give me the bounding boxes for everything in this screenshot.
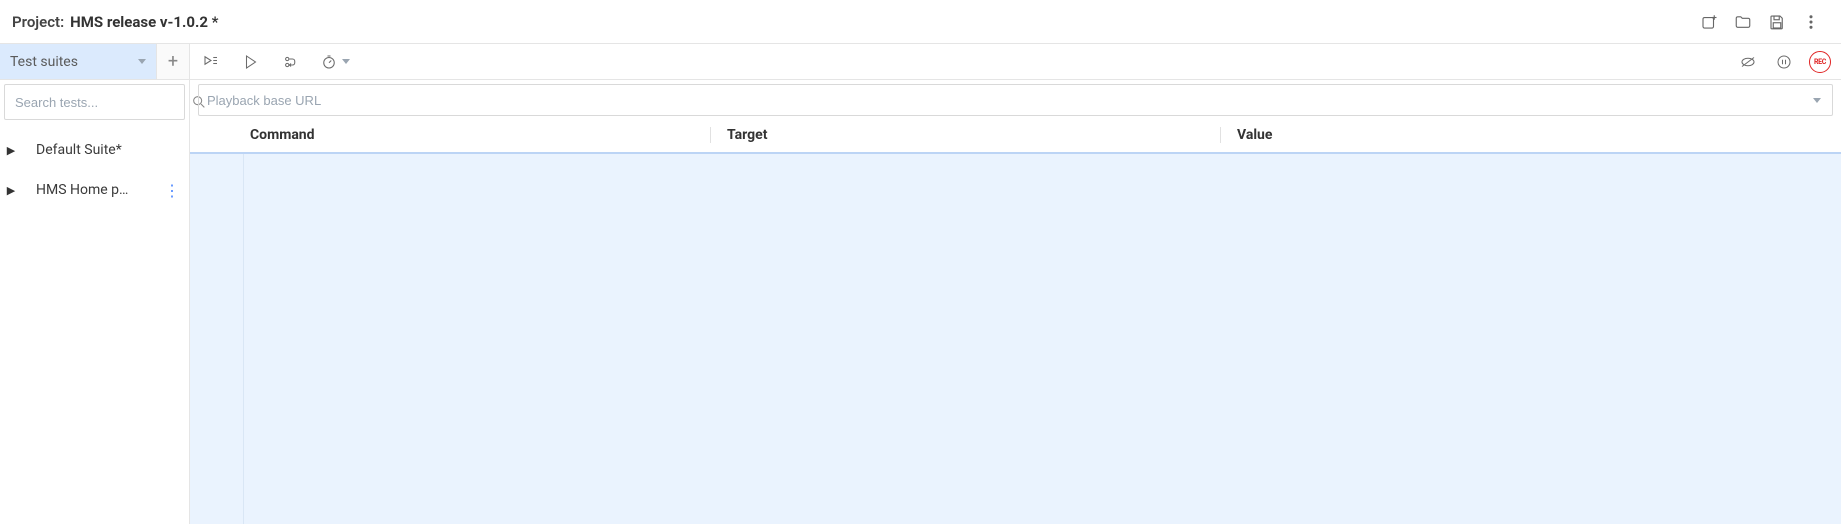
expand-icon[interactable]: ▶ — [4, 184, 18, 197]
sidebar: Test suites + ▶ Default Suite* ⋮ ▶ — [0, 44, 190, 524]
column-header-command: Command — [190, 127, 710, 143]
test-list-item[interactable]: ▶ HMS Home p… ⋮ — [0, 170, 189, 210]
playback-url-input[interactable] — [207, 93, 1810, 108]
record-label: REC — [1814, 58, 1826, 66]
main-panel: REC Command Target Value — [190, 44, 1841, 524]
expand-icon[interactable]: ▶ — [4, 144, 18, 157]
save-project-icon[interactable] — [1767, 12, 1787, 32]
disable-breakpoints-button[interactable] — [1737, 51, 1759, 73]
project-label: Project: — [12, 13, 64, 31]
chevron-down-icon — [342, 59, 350, 64]
test-list: ▶ Default Suite* ⋮ ▶ HMS Home p… ⋮ — [0, 124, 189, 524]
record-button[interactable]: REC — [1809, 51, 1831, 73]
item-menu-icon[interactable]: ⋮ — [163, 181, 181, 200]
playback-toolbar: REC — [190, 44, 1841, 80]
step-over-button[interactable] — [280, 51, 302, 73]
row-gutter — [190, 154, 244, 524]
speed-control-button[interactable] — [320, 51, 350, 73]
chevron-down-icon — [138, 59, 146, 64]
column-header-target: Target — [710, 127, 1220, 143]
project-name: HMS release v-1.0.2 * — [70, 13, 218, 31]
add-test-button[interactable]: + — [157, 44, 189, 79]
grid-area[interactable] — [244, 154, 1841, 524]
suites-dropdown-label: Test suites — [10, 54, 78, 70]
toolbar-right: REC — [1737, 51, 1831, 73]
column-header-value: Value — [1220, 127, 1841, 143]
open-project-icon[interactable] — [1733, 12, 1753, 32]
run-all-tests-button[interactable] — [200, 51, 222, 73]
app-root: Project: HMS release v-1.0.2 * Test suit… — [0, 0, 1841, 524]
suites-dropdown[interactable]: Test suites — [0, 44, 157, 79]
test-list-item[interactable]: ▶ Default Suite* ⋮ — [0, 130, 189, 170]
pause-on-exception-button[interactable] — [1773, 51, 1795, 73]
command-table-header: Command Target Value — [190, 118, 1841, 154]
sidebar-top: Test suites + — [0, 44, 189, 80]
search-tests[interactable] — [4, 84, 185, 120]
command-table-body[interactable] — [190, 154, 1841, 524]
more-menu-icon[interactable] — [1801, 12, 1821, 32]
search-input[interactable] — [11, 95, 191, 110]
new-project-icon[interactable] — [1699, 12, 1719, 32]
header-actions — [1699, 12, 1829, 32]
run-current-test-button[interactable] — [240, 51, 262, 73]
test-name: HMS Home p… — [18, 182, 163, 198]
playback-url-row[interactable] — [198, 84, 1833, 116]
test-name: Default Suite* — [18, 142, 163, 158]
url-dropdown-icon[interactable] — [1810, 98, 1824, 103]
header-bar: Project: HMS release v-1.0.2 * — [0, 0, 1841, 44]
